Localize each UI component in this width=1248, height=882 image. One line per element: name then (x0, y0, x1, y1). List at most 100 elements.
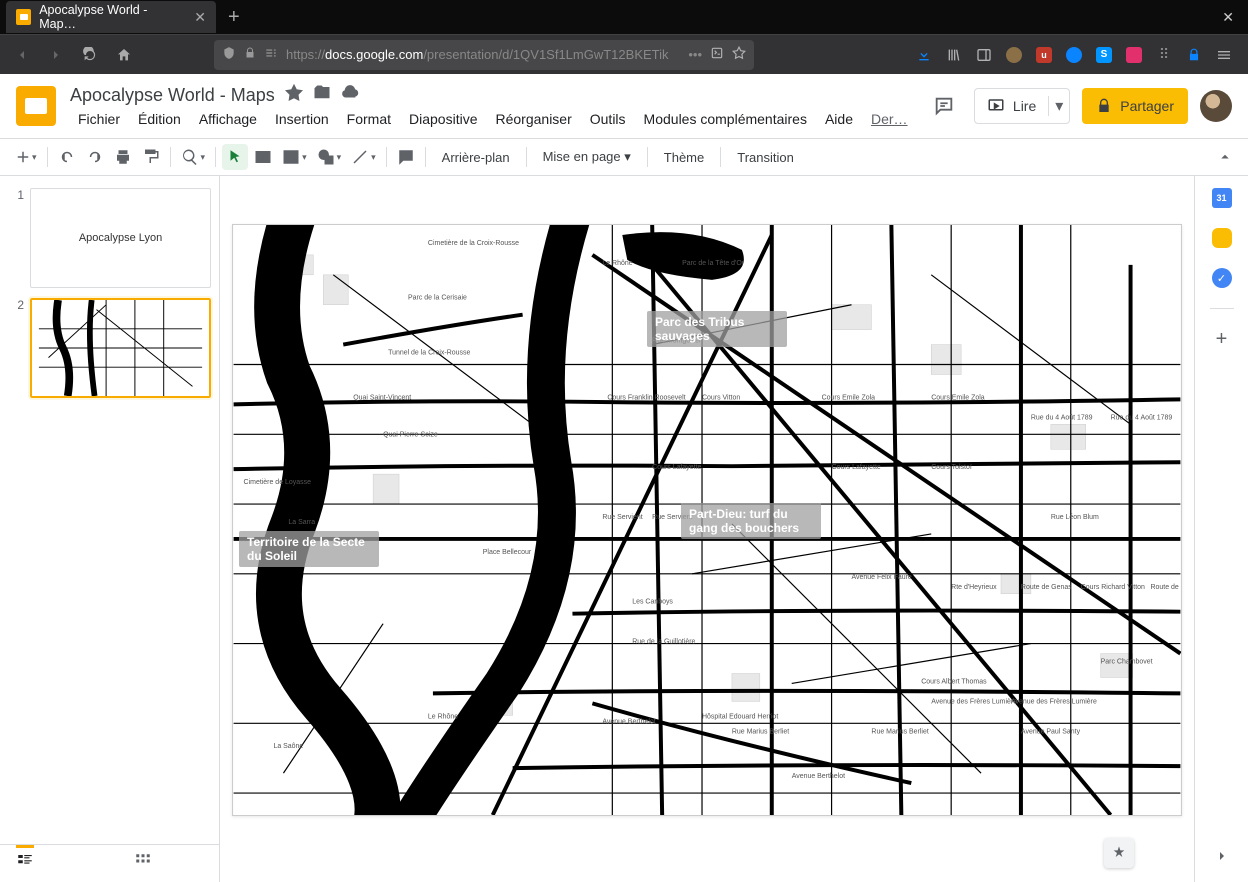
map-label-territoire[interactable]: Territoire de la Secte du Soleil (239, 531, 379, 567)
ext-pink-icon[interactable] (1126, 47, 1142, 63)
user-avatar[interactable] (1200, 90, 1232, 122)
comments-button[interactable] (926, 88, 962, 124)
svg-text:La Saône: La Saône (273, 743, 303, 750)
slide-thumb-2[interactable] (30, 298, 211, 398)
svg-text:Hôspital Edouard Herriot: Hôspital Edouard Herriot (702, 713, 778, 720)
tasks-icon[interactable] (1212, 268, 1232, 288)
background-button[interactable]: Arrière-plan (432, 150, 520, 165)
library-icon[interactable] (946, 47, 962, 63)
new-slide-button[interactable]: ▾ (10, 144, 41, 170)
back-button[interactable] (8, 41, 36, 69)
line-tool[interactable]: ▾ (347, 144, 380, 170)
shield-icon[interactable] (222, 46, 236, 63)
svg-text:Avenue des Frères Lumière: Avenue des Frères Lumière (1011, 698, 1097, 705)
paint-format-button[interactable] (138, 144, 164, 170)
toolbar: ▾ ▾ ▾ ▾ ▾ Arrière-plan Mise en page ▾ Th… (0, 138, 1248, 176)
layout-button[interactable]: Mise en page ▾ (533, 149, 641, 165)
tab-close-icon[interactable]: ✕ (194, 9, 206, 26)
url-more-icon[interactable]: ••• (688, 47, 702, 62)
svg-text:Cours Lafayette: Cours Lafayette (652, 464, 701, 471)
filmstrip-view-icon[interactable] (16, 845, 34, 875)
slide-canvas[interactable]: Quai Saint-Vincent Quai Pierre-Scize Cou… (232, 224, 1182, 816)
theme-button[interactable]: Thème (654, 150, 714, 165)
present-button[interactable]: Lire ▾ (974, 88, 1070, 124)
window-close-icon[interactable]: ✕ (1214, 9, 1242, 26)
ext-puzzle-icon[interactable]: ⠿ (1156, 47, 1172, 63)
addons-plus-icon[interactable]: + (1212, 329, 1232, 349)
svg-text:Route de Genas: Route de Genas (1150, 584, 1181, 591)
home-button[interactable] (110, 41, 138, 69)
ext-lock-icon[interactable] (1186, 47, 1202, 63)
collapse-panel-icon[interactable] (1212, 846, 1232, 866)
shape-tool[interactable]: ▾ (313, 144, 346, 170)
reader-icon[interactable] (710, 46, 724, 63)
slides-logo-icon[interactable] (16, 86, 56, 126)
star-icon[interactable] (285, 84, 303, 107)
menubar: Fichier Édition Affichage Insertion Form… (70, 109, 916, 129)
ext-avatar-icon[interactable] (1006, 47, 1022, 63)
last-edit[interactable]: Der… (863, 109, 916, 129)
svg-text:Quai Saint-Vincent: Quai Saint-Vincent (353, 394, 411, 401)
canvas-area[interactable]: Quai Saint-Vincent Quai Pierre-Scize Cou… (220, 176, 1194, 882)
permissions-icon[interactable] (264, 46, 278, 63)
menu-slide[interactable]: Diapositive (401, 109, 485, 129)
slide-thumb-1[interactable]: Apocalypse Lyon (30, 188, 211, 288)
menu-edit[interactable]: Édition (130, 109, 189, 129)
sidebar-icon[interactable] (976, 47, 992, 63)
svg-text:Rue Marius Berliet: Rue Marius Berliet (732, 728, 789, 735)
transition-button[interactable]: Transition (727, 150, 804, 165)
svg-text:Cours Franklin Roosevelt: Cours Franklin Roosevelt (607, 394, 685, 401)
zoom-button[interactable]: ▾ (177, 144, 210, 170)
svg-text:Avenue des Frères Lumière: Avenue des Frères Lumière (931, 698, 1017, 705)
doc-title[interactable]: Apocalypse World - Maps (70, 85, 275, 106)
lock-icon[interactable] (244, 47, 256, 62)
svg-text:Rte d'Heyrieux: Rte d'Heyrieux (951, 584, 997, 591)
url-text: https://docs.google.com/presentation/d/1… (286, 47, 680, 62)
menu-help[interactable]: Aide (817, 109, 861, 129)
present-dropdown-icon[interactable]: ▾ (1048, 96, 1069, 116)
cloud-icon[interactable] (341, 84, 359, 107)
forward-button[interactable] (42, 41, 70, 69)
menu-format[interactable]: Format (339, 109, 399, 129)
collapse-toolbar-icon[interactable] (1212, 144, 1238, 170)
svg-text:Rue Servient: Rue Servient (602, 514, 642, 521)
print-button[interactable] (110, 144, 136, 170)
ext-ublock-icon[interactable]: u (1036, 47, 1052, 63)
app-header: Apocalypse World - Maps Fichier Édition … (0, 74, 1248, 138)
download-icon[interactable] (916, 47, 932, 63)
select-tool[interactable] (222, 144, 248, 170)
menu-addons[interactable]: Modules complémentaires (636, 109, 815, 129)
url-bar[interactable]: https://docs.google.com/presentation/d/1… (214, 40, 754, 70)
menu-view[interactable]: Affichage (191, 109, 265, 129)
hamburger-icon[interactable] (1216, 47, 1232, 63)
bookmark-icon[interactable] (732, 46, 746, 63)
share-button[interactable]: Partager (1082, 88, 1188, 124)
map-label-parc[interactable]: Parc des Tribus sauvages (647, 311, 787, 347)
svg-text:Cours Vitton: Cours Vitton (702, 394, 740, 401)
map-label-partdieu[interactable]: Part-Dieu: turf du gang des bouchers (681, 503, 821, 539)
comment-button[interactable] (393, 144, 419, 170)
new-tab-button[interactable]: + (216, 6, 252, 29)
menu-file[interactable]: Fichier (70, 109, 128, 129)
svg-text:Cimetière de la Croix-Rousse: Cimetière de la Croix-Rousse (428, 240, 519, 247)
menu-arrange[interactable]: Réorganiser (487, 109, 579, 129)
redo-button[interactable] (82, 144, 108, 170)
menu-tools[interactable]: Outils (582, 109, 634, 129)
reload-button[interactable] (76, 41, 104, 69)
grid-view-icon[interactable] (134, 852, 152, 875)
explore-button[interactable] (1104, 838, 1134, 868)
undo-button[interactable] (54, 144, 80, 170)
menu-insert[interactable]: Insertion (267, 109, 337, 129)
ext-blue-icon[interactable] (1066, 47, 1082, 63)
svg-text:Cours Emile Zola: Cours Emile Zola (931, 394, 985, 401)
svg-text:Rue de la Guillotière: Rue de la Guillotière (632, 639, 695, 646)
svg-text:Le Rhône: Le Rhône (602, 260, 632, 267)
calendar-icon[interactable] (1212, 188, 1232, 208)
svg-text:Le Rhône: Le Rhône (428, 713, 458, 720)
browser-tab[interactable]: Apocalypse World - Map… ✕ (6, 1, 216, 33)
move-icon[interactable] (313, 84, 331, 107)
ext-s-icon[interactable]: S (1096, 47, 1112, 63)
image-tool[interactable]: ▾ (278, 144, 311, 170)
keep-icon[interactable] (1212, 228, 1232, 248)
textbox-tool[interactable] (250, 144, 276, 170)
